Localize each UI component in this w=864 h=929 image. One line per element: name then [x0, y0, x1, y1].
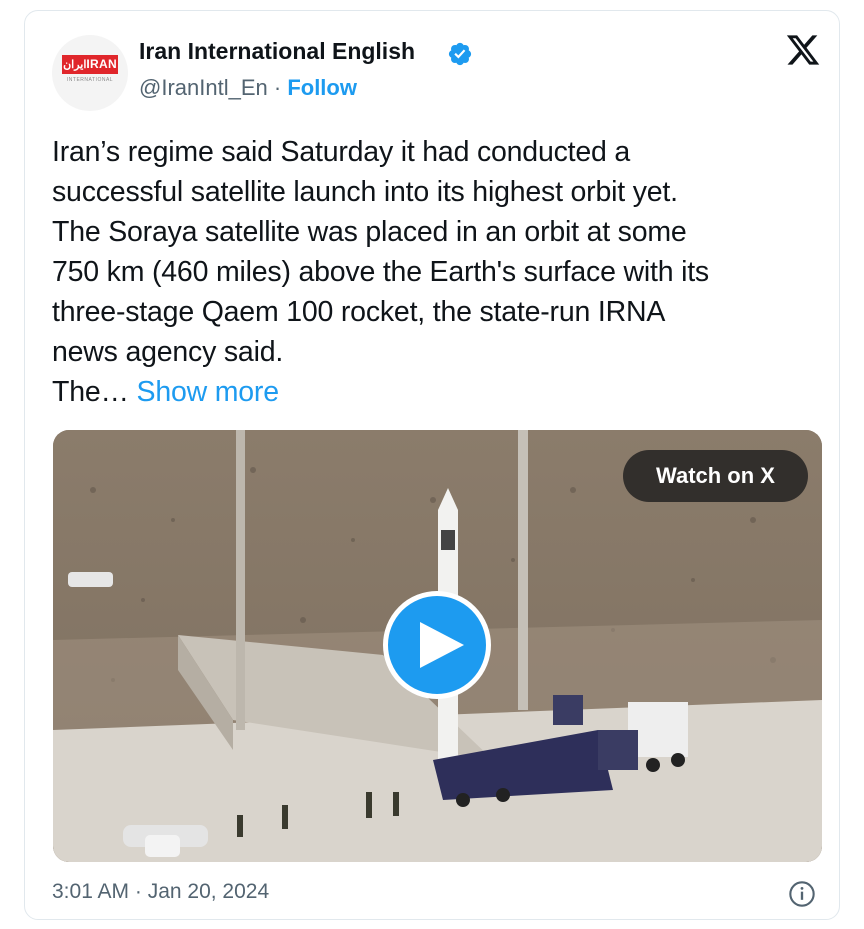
- avatar-subtext: INTERNATIONAL: [66, 77, 114, 83]
- play-icon: [420, 622, 464, 668]
- avatar[interactable]: ایرانIRAN INTERNATIONAL: [52, 35, 128, 111]
- handle[interactable]: @IranIntl_En: [139, 75, 268, 100]
- tweet-text-line: successful satellite launch into its hig…: [52, 176, 678, 208]
- tweet-text-line: Iran’s regime said Saturday it had condu…: [52, 136, 631, 168]
- avatar-logo: ایرانIRAN: [62, 55, 118, 74]
- tweet-timestamp[interactable]: 3:01 AM · Jan 20, 2024: [52, 880, 269, 904]
- follow-button[interactable]: Follow: [287, 75, 357, 100]
- tweet-text-line: 750 km (460 miles) above the Earth's sur…: [52, 256, 709, 288]
- tweet-text: Iran’s regime said Saturday it had condu…: [52, 132, 842, 412]
- x-logo-icon[interactable]: [784, 32, 822, 68]
- show-more-link[interactable]: Show more: [137, 376, 280, 408]
- verified-badge-icon: [448, 42, 472, 66]
- tweet-text-line: The Soraya satellite was placed in an or…: [52, 216, 687, 248]
- watch-on-x-button[interactable]: Watch on X: [623, 450, 808, 502]
- play-button[interactable]: [383, 591, 491, 699]
- separator: ·: [273, 75, 282, 100]
- video-media[interactable]: Watch on X: [53, 430, 822, 862]
- tweet-text-truncated-line: The… Show more: [52, 372, 842, 412]
- handle-line: @IranIntl_En · Follow: [139, 75, 357, 101]
- tweet-text-line: three-stage Qaem 100 rocket, the state-r…: [52, 296, 666, 328]
- author-name[interactable]: Iran International English: [139, 38, 415, 65]
- truncated-text: The…: [52, 376, 129, 408]
- info-icon[interactable]: [788, 880, 816, 908]
- tweet-text-line: news agency said.: [52, 336, 284, 368]
